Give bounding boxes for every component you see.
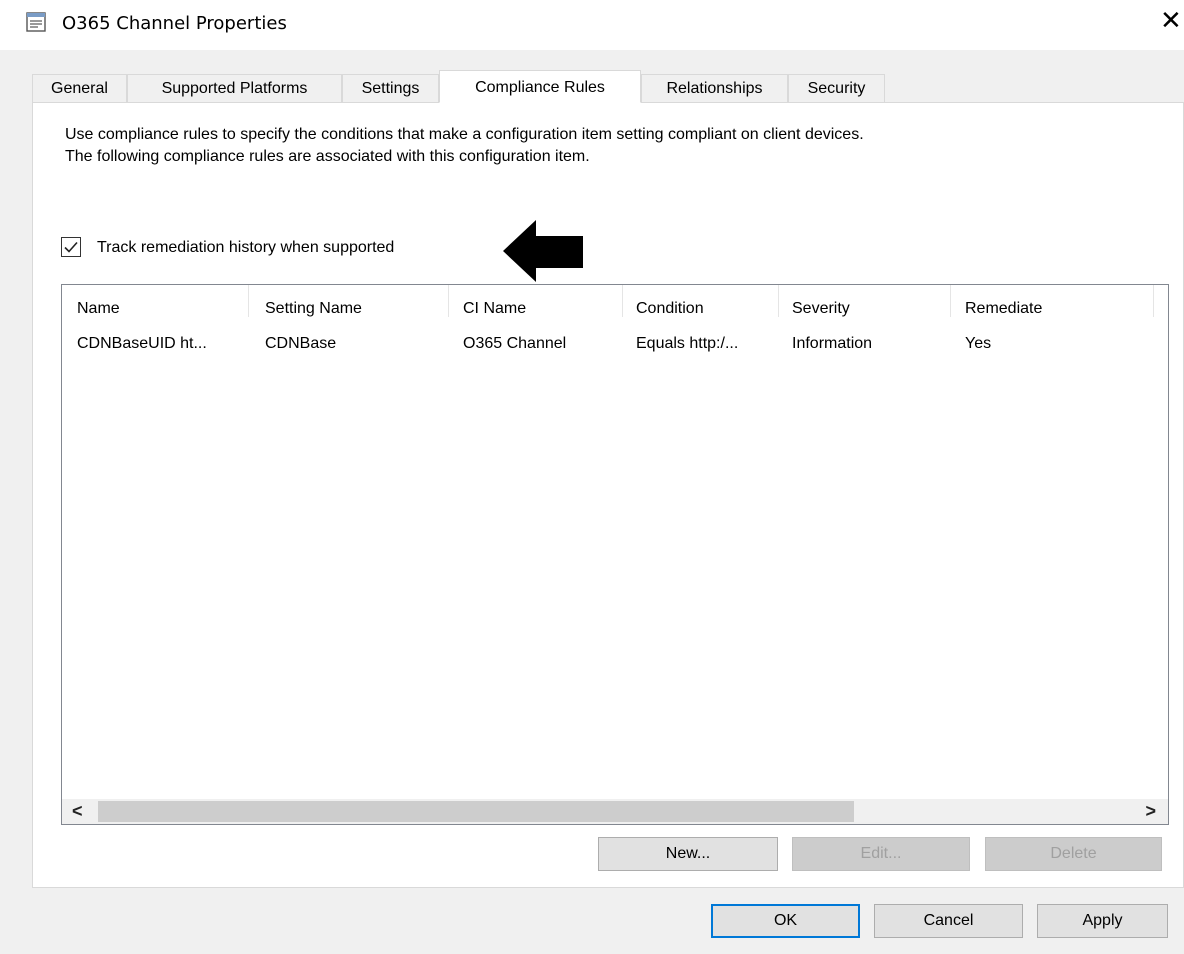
cancel-button[interactable]: Cancel (874, 904, 1023, 938)
track-remediation-label: Track remediation history when supported (97, 239, 395, 256)
cell-name: CDNBaseUID ht... (77, 335, 207, 352)
description-line-1: Use compliance rules to specify the cond… (65, 126, 864, 143)
column-header-condition[interactable]: Condition (636, 300, 704, 318)
column-header-setting-name[interactable]: Setting Name (265, 300, 362, 318)
cell-setting-name: CDNBase (265, 335, 337, 352)
column-separator[interactable] (448, 285, 449, 317)
tab-general[interactable]: General (32, 74, 127, 102)
apply-button[interactable]: Apply (1037, 904, 1168, 938)
track-remediation-checkbox[interactable] (61, 237, 81, 257)
title-bar: O365 Channel Properties ✕ (0, 0, 1184, 50)
window-title: O365 Channel Properties (62, 13, 287, 34)
checkmark-icon (64, 241, 78, 253)
scrollbar-thumb[interactable] (98, 801, 854, 822)
column-separator[interactable] (622, 285, 623, 317)
tab-security[interactable]: Security (788, 74, 885, 102)
tab-settings[interactable]: Settings (342, 74, 439, 102)
column-separator[interactable] (950, 285, 951, 317)
column-header-name[interactable]: Name (77, 300, 120, 318)
ok-button[interactable]: OK (711, 904, 860, 938)
properties-window-icon (26, 12, 46, 32)
cell-remediate: Yes (965, 335, 992, 352)
compliance-rules-list[interactable]: Name Setting Name CI Name Condition Seve… (61, 284, 1169, 825)
column-header-severity[interactable]: Severity (792, 300, 850, 318)
tab-compliance-rules[interactable]: Compliance Rules (439, 70, 641, 103)
column-separator[interactable] (778, 285, 779, 317)
description-line-2: The following compliance rules are assoc… (65, 148, 590, 165)
column-header-ci-name[interactable]: CI Name (463, 300, 526, 318)
tab-relationships[interactable]: Relationships (641, 74, 788, 102)
column-separator[interactable] (1153, 285, 1154, 317)
new-button[interactable]: New... (598, 837, 778, 871)
delete-button[interactable]: Delete (985, 837, 1162, 871)
close-icon[interactable]: ✕ (1160, 8, 1182, 34)
tab-supported-platforms[interactable]: Supported Platforms (127, 74, 342, 102)
scroll-right-icon[interactable]: > (1145, 801, 1156, 822)
cell-condition: Equals http:/... (636, 335, 739, 352)
column-separator[interactable] (248, 285, 249, 317)
cell-ci-name: O365 Channel (463, 335, 567, 352)
annotation-arrow-icon (503, 220, 583, 282)
edit-button[interactable]: Edit... (792, 837, 970, 871)
horizontal-scrollbar[interactable]: < > (62, 799, 1168, 824)
scroll-left-icon[interactable]: < (72, 801, 83, 822)
cell-severity: Information (792, 335, 873, 352)
column-header-remediate[interactable]: Remediate (965, 300, 1042, 318)
